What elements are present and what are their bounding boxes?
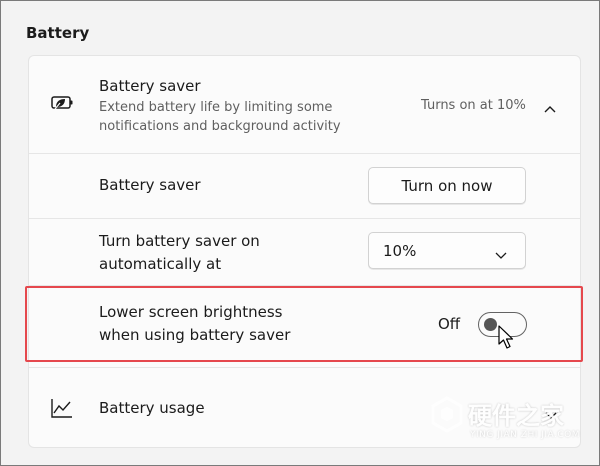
watermark-subtext: YING JIAN ZHI JIA.COM: [470, 430, 581, 440]
mouse-cursor-icon: [497, 325, 517, 351]
watermark-text: 硬件之家: [468, 402, 564, 430]
auto-threshold-row: Turn battery saver on automatically at 1…: [29, 219, 580, 285]
section-title: Battery: [26, 24, 90, 42]
auto-label-line2: automatically at: [99, 255, 222, 273]
threshold-selected-value: 10%: [383, 241, 417, 260]
auto-label-line1: Turn battery saver on: [99, 232, 260, 250]
battery-panel: Battery saver Extend battery life by lim…: [28, 55, 581, 448]
chevron-up-icon[interactable]: [543, 99, 557, 113]
battery-saver-row: Battery saver Turn on now: [29, 154, 580, 218]
battery-saver-status: Turns on at 10%: [421, 98, 526, 113]
battery-leaf-icon: [49, 93, 75, 113]
watermark: 硬件之家 YING JIAN ZHI JIA.COM: [430, 396, 590, 456]
battery-saver-description-1: Extend battery life by limiting some: [99, 100, 333, 115]
hardware-home-logo: [430, 396, 464, 434]
turn-on-now-button[interactable]: Turn on now: [368, 167, 526, 204]
chevron-down-icon: [495, 246, 507, 259]
battery-usage-label: Battery usage: [99, 399, 205, 417]
battery-saver-header[interactable]: Battery saver Extend battery life by lim…: [29, 56, 580, 153]
battery-saver-label: Battery saver: [99, 176, 201, 194]
threshold-dropdown[interactable]: 10%: [368, 232, 526, 269]
battery-saver-description-2: notifications and background activity: [99, 119, 341, 134]
line-chart-icon: [51, 398, 73, 418]
battery-saver-title: Battery saver: [99, 77, 201, 95]
